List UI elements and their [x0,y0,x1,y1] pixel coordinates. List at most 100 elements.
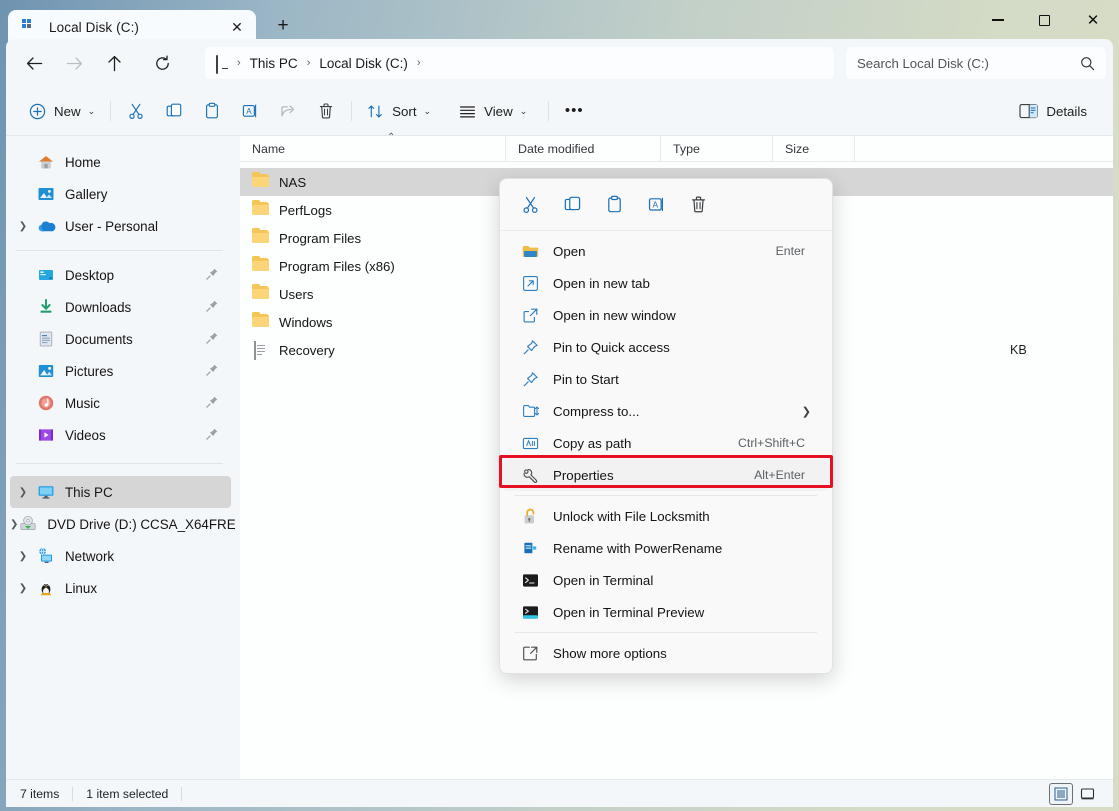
context-rename-button[interactable]: A [636,187,676,223]
file-icon [252,342,269,359]
context-menu-items: Open Enter Open in new tab [500,231,832,673]
this-pc-breadcrumb-icon[interactable] [216,56,233,71]
breadcrumb-this-pc[interactable]: This PC [243,56,305,71]
details-pane-button[interactable]: Details [1009,95,1097,127]
context-delete-button[interactable] [678,187,718,223]
sidebar-item-label: Pictures [65,364,113,379]
view-button[interactable]: View ⌄ [450,95,536,127]
more-options-button[interactable]: ••• [555,95,593,127]
terminal-icon [521,571,539,589]
column-header-name[interactable]: Name ⌃ [240,136,506,162]
context-item-pin-to-start[interactable]: Pin to Start [503,363,829,395]
column-header-size[interactable]: Size [773,136,855,162]
minimize-button[interactable] [975,0,1021,40]
context-item-open-in-new-window[interactable]: Open in new window [503,299,829,331]
sidebar-item-this-pc[interactable]: ❯ This PC [10,476,231,508]
close-window-button[interactable]: ✕ [1067,0,1119,40]
tiles-view-button[interactable] [1075,783,1099,805]
copy-path-icon [521,434,539,452]
details-view-button[interactable] [1049,783,1073,805]
pin-icon[interactable] [205,395,219,409]
context-item-compress-to[interactable]: Compress to... ❯ [503,395,829,427]
share-button[interactable] [269,95,307,127]
chevron-right-icon[interactable]: ❯ [10,476,36,508]
sidebar-item-gallery[interactable]: Gallery [10,178,231,210]
breadcrumb-local-disk-c[interactable]: Local Disk (C:) [312,56,415,71]
search-icon[interactable] [1080,56,1095,71]
sidebar-item-downloads[interactable]: Downloads [10,291,231,323]
up-button[interactable] [97,47,131,79]
column-header-date-modified[interactable]: Date modified [506,136,661,162]
chevron-right-icon[interactable]: ❯ [10,540,36,572]
sidebar-item-music[interactable]: Music [10,387,231,419]
context-item-label: Open in Terminal [553,573,653,588]
context-item-open[interactable]: Open Enter [503,235,829,267]
forward-arrow-icon [66,56,83,71]
sidebar-item-user-personal[interactable]: ❯ User - Personal [10,210,231,242]
search-box[interactable]: Search Local Disk (C:) [846,47,1106,79]
address-bar[interactable]: › This PC › Local Disk (C:) › [205,47,834,79]
context-menu-action-bar: A [500,179,832,231]
expander-placeholder [10,355,36,387]
sidebar-item-linux[interactable]: ❯ Linux [10,572,231,604]
context-menu[interactable]: A Ope [499,178,833,674]
copy-button[interactable] [155,95,193,127]
sidebar-item-network[interactable]: ❯ Network [10,540,231,572]
delete-button[interactable] [307,95,345,127]
cut-button[interactable] [117,95,155,127]
paste-button[interactable] [193,95,231,127]
context-item-open-in-new-tab[interactable]: Open in new tab [503,267,829,299]
expander-placeholder [10,291,36,323]
back-arrow-icon [26,56,43,71]
pin-icon[interactable] [205,331,219,345]
forward-button[interactable] [57,47,91,79]
refresh-icon [154,55,171,72]
sidebar-item-videos[interactable]: Videos [10,419,231,451]
context-item-unlock-with-file-locksmith[interactable]: Unlock with File Locksmith [503,500,829,532]
context-item-open-in-terminal-preview[interactable]: Open in Terminal Preview [503,596,829,628]
sidebar-item-dvd-drive[interactable]: ❯ DVD Drive (D:) CCSA_X64FRE_EN- [10,508,231,540]
videos-icon [36,425,56,445]
context-copy-button[interactable] [552,187,592,223]
pin-icon[interactable] [205,267,219,281]
status-bar: 7 items 1 item selected [6,779,1113,807]
chevron-down-icon: ⌄ [520,106,528,117]
context-item-accel: Ctrl+Shift+C [738,436,805,450]
folder-open-icon [521,242,539,260]
sidebar-item-label: Home [65,155,101,170]
sidebar-item-pictures[interactable]: Pictures [10,355,231,387]
documents-icon [36,329,56,349]
sort-button[interactable]: Sort ⌄ [358,95,440,127]
pin-icon[interactable] [205,427,219,441]
navigation-sidebar[interactable]: Home Gallery ❯ [6,136,235,789]
rename-button[interactable]: A [231,95,269,127]
context-item-open-in-terminal[interactable]: Open in Terminal [503,564,829,596]
close-tab-icon[interactable]: ✕ [228,18,246,36]
context-item-rename-with-powerrename[interactable]: Rename with PowerRename [503,532,829,564]
context-item-pin-to-quick-access[interactable]: Pin to Quick access [503,331,829,363]
view-button-label: View [484,104,513,119]
context-item-show-more-options[interactable]: Show more options [503,637,829,669]
chevron-right-icon[interactable]: ❯ [10,210,36,242]
back-button[interactable] [17,47,51,79]
new-tab-button[interactable]: + [268,11,298,41]
maximize-button[interactable] [1021,0,1067,40]
sidebar-item-documents[interactable]: Documents [10,323,231,355]
pin-icon[interactable] [205,299,219,313]
breadcrumb-separator[interactable]: › [415,57,423,69]
context-paste-button[interactable] [594,187,634,223]
context-cut-button[interactable] [510,187,550,223]
column-header-type[interactable]: Type [661,136,773,162]
refresh-button[interactable] [145,47,179,79]
new-button[interactable]: New ⌄ [20,95,104,127]
context-item-properties[interactable]: Properties Alt+Enter [503,459,829,491]
sidebar-item-home[interactable]: Home [10,146,231,178]
ellipsis-icon: ••• [565,107,584,115]
selection-label: 1 item selected [86,787,168,801]
view-icon [459,104,476,119]
sidebar-item-desktop[interactable]: Desktop [10,259,231,291]
chevron-right-icon[interactable]: ❯ [10,508,18,540]
pin-icon[interactable] [205,363,219,377]
context-item-copy-as-path[interactable]: Copy as path Ctrl+Shift+C [503,427,829,459]
chevron-right-icon[interactable]: ❯ [10,572,36,604]
